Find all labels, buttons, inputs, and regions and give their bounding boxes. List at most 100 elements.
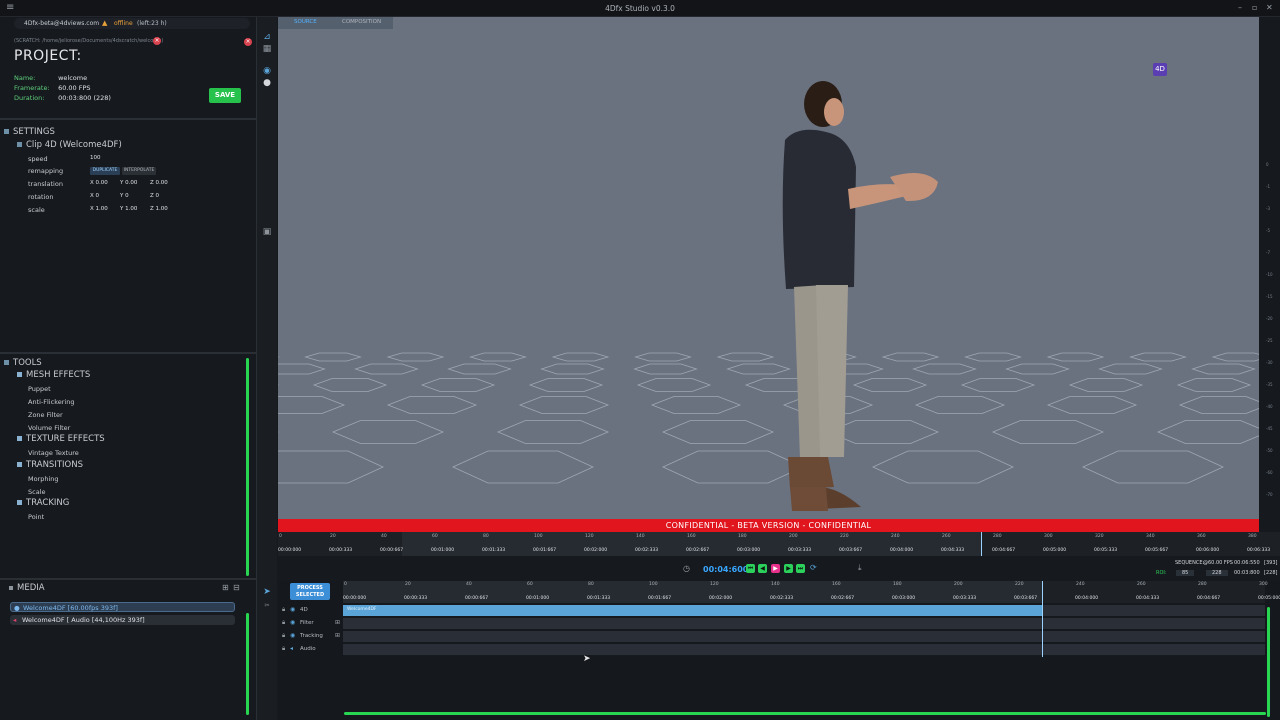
close-icon[interactable]: ✕	[1266, 3, 1273, 12]
3d-viewport[interactable]: SOURCE COMPOSITION 4D	[278, 17, 1259, 519]
lock-icon[interactable]: 🔒︎	[282, 632, 285, 640]
rotation-y[interactable]: Y 0	[120, 193, 129, 199]
razor-icon[interactable]: ✂	[262, 601, 272, 611]
maximize-icon[interactable]: ▫	[1252, 3, 1257, 12]
tool-scale[interactable]: Scale	[28, 488, 46, 496]
left-panel: 4Dfx-beta@4dviews.com ▲ offline (left:23…	[0, 17, 257, 720]
scale-x[interactable]: X 1.00	[90, 206, 108, 212]
pointer-icon[interactable]: ➤	[262, 587, 272, 597]
roi-end-input[interactable]: 228	[1206, 570, 1228, 576]
track-4d[interactable]: 🔒︎ ◉ 4D Welcome4DF	[278, 605, 1280, 616]
viewport-tool-strip: ⊿ ▦ ◉ ● ▣ ➤ ✂	[257, 17, 277, 720]
current-timecode[interactable]: 00:04:600	[703, 565, 748, 574]
clip-node[interactable]: Clip 4D (Welcome4DF)	[17, 140, 122, 150]
timeline-playhead[interactable]	[1042, 581, 1043, 657]
next-frame-button[interactable]: ▶	[784, 564, 793, 573]
scratch-close-icon[interactable]: ×	[153, 37, 161, 45]
settings-heading[interactable]: SETTINGS	[4, 127, 55, 137]
ruler-frame-label: 80	[483, 534, 489, 539]
collapse-icon	[17, 372, 22, 377]
ruler-frame-label: 280	[1198, 582, 1207, 587]
tool-zone-filter[interactable]: Zone Filter	[28, 411, 63, 419]
grid-icon[interactable]: ▦	[262, 44, 272, 54]
track-filter[interactable]: 🔒︎ ◉ Filter ⊞	[278, 618, 1280, 629]
speed-value[interactable]: 100	[90, 155, 101, 161]
track-audio[interactable]: 🔒︎ ◂ Audio	[278, 644, 1280, 655]
timeline-ruler[interactable]: 0 20 40 60 80 100 120 140 160 180 200 220 240 260 280 3…	[343, 581, 1280, 603]
translation-y[interactable]: Y 0.00	[120, 180, 137, 186]
lock-icon[interactable]: 🔒︎	[282, 645, 285, 653]
tool-puppet[interactable]: Puppet	[28, 385, 51, 393]
media-heading[interactable]: MEDIA	[9, 583, 45, 593]
tool-group-texture-effects[interactable]: TEXTURE EFFECTS	[17, 434, 105, 444]
add-media-icon[interactable]: ⊞	[222, 583, 229, 592]
add-track-item-icon[interactable]: ⊞	[335, 619, 340, 626]
tool-vintage-texture[interactable]: Vintage Texture	[28, 449, 79, 457]
timeline-v-scrollbar[interactable]	[1267, 607, 1270, 717]
vertical-ruler-tick: -1	[1266, 184, 1270, 189]
play-button[interactable]: ▶	[771, 564, 780, 573]
tool-anti-flickering[interactable]: Anti-Flickering	[28, 398, 74, 406]
rotation-x[interactable]: X 0	[90, 193, 99, 199]
add-track-item-icon[interactable]: ⊞	[335, 632, 340, 639]
project-field-label: Framerate:	[14, 84, 50, 92]
loop-icon[interactable]: ⟳	[810, 563, 817, 572]
visibility-icon[interactable]: ◉	[290, 606, 295, 613]
hex-cell	[960, 378, 1036, 392]
tool-point[interactable]: Point	[28, 513, 44, 521]
account-bar[interactable]: 4Dfx-beta@4dviews.com ▲ offline (left:23…	[14, 18, 250, 29]
visibility-icon[interactable]: ◉	[290, 632, 295, 639]
timeline-h-scrollbar[interactable]	[344, 712, 1266, 715]
axis-icon[interactable]: ⊿	[262, 32, 272, 42]
lock-icon[interactable]: 🔒︎	[282, 606, 285, 614]
video-icon: ●	[14, 604, 20, 612]
interpolate-toggle[interactable]: INTERPOLATE	[122, 167, 156, 175]
speaker-icon[interactable]: ◂	[290, 645, 293, 652]
roi-start-input[interactable]: 85	[1176, 570, 1195, 576]
tool-morphing[interactable]: Morphing	[28, 475, 59, 483]
download-icon[interactable]: ⤓	[858, 563, 862, 573]
source-ruler[interactable]: 0 20 40 60 80 100 120 140 160 180 200 220 240 260 280 3…	[278, 532, 1280, 556]
track-name: Filter	[300, 620, 314, 626]
track-tracking[interactable]: 🔒︎ ◉ Tracking ⊞	[278, 631, 1280, 642]
source-playhead[interactable]	[981, 532, 982, 556]
tools-scrollbar[interactable]	[246, 358, 249, 576]
project-close-icon[interactable]: ×	[244, 38, 252, 46]
remove-media-icon[interactable]: ⊟	[233, 583, 240, 592]
tool-group-tracking[interactable]: TRACKING	[17, 498, 69, 508]
media-item-video[interactable]: ● Welcome4DF [60.00fps 393f]	[10, 602, 235, 612]
ruler-time-label: 00:04:000	[890, 548, 914, 553]
track-lane[interactable]	[343, 644, 1265, 655]
media-heading-label: MEDIA	[17, 583, 45, 593]
save-button[interactable]: SAVE	[209, 88, 241, 103]
sphere-icon[interactable]: ●	[262, 78, 272, 88]
visibility-icon[interactable]: ◉	[290, 619, 295, 626]
first-frame-button[interactable]: ⏮	[746, 564, 755, 573]
camera-icon[interactable]: ▣	[262, 227, 272, 237]
tools-heading-label: TOOLS	[13, 358, 42, 368]
tool-volume-filter[interactable]: Volume Filter	[28, 424, 70, 432]
process-selected-button[interactable]: PROCESS SELECTED	[290, 583, 330, 600]
ruler-frame-label: 200	[954, 582, 963, 587]
scale-z[interactable]: Z 1.00	[150, 206, 168, 212]
tool-group-transitions[interactable]: TRANSITIONS	[17, 460, 83, 470]
translation-x[interactable]: X 0.00	[90, 180, 108, 186]
minimize-icon[interactable]: –	[1238, 3, 1242, 12]
last-frame-button[interactable]: ⏭	[796, 564, 805, 573]
globe-icon[interactable]: ◉	[262, 66, 272, 76]
track-lane[interactable]	[343, 631, 1265, 642]
scale-y[interactable]: Y 1.00	[120, 206, 137, 212]
tool-group-mesh-effects[interactable]: MESH EFFECTS	[17, 370, 90, 380]
prev-frame-button[interactable]: ◀	[758, 564, 767, 573]
duplicate-toggle[interactable]: DUPLICATE	[90, 167, 120, 175]
lock-icon[interactable]: 🔒︎	[282, 619, 285, 627]
media-item-audio[interactable]: ◂ Welcome4DF [ Audio [44,100Hz 393f]	[10, 615, 235, 625]
translation-z[interactable]: Z 0.00	[150, 180, 168, 186]
ruler-frame-label: 160	[832, 582, 841, 587]
timeline-clip[interactable]: Welcome4DF	[343, 605, 1043, 616]
vertical-ruler-tick: -7	[1266, 250, 1270, 255]
media-scrollbar[interactable]	[246, 613, 249, 715]
rotation-z[interactable]: Z 0	[150, 193, 159, 199]
track-lane[interactable]	[343, 618, 1265, 629]
tools-heading[interactable]: TOOLS	[4, 358, 42, 368]
